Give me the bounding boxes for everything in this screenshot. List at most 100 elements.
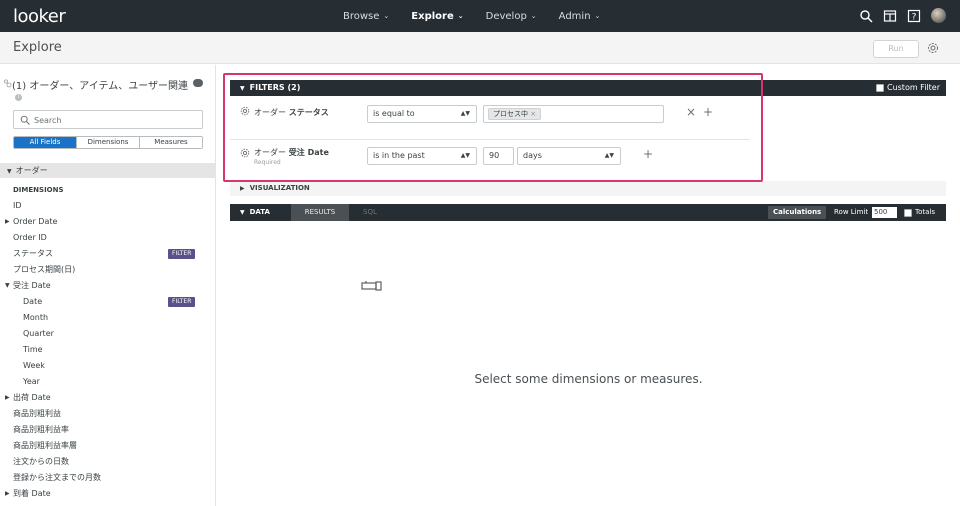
tab-results[interactable]: RESULTS (291, 204, 349, 221)
visualization-section-header[interactable]: ▶ VISUALIZATION (230, 181, 946, 196)
field-item[interactable]: Year (0, 374, 216, 390)
required-label: Required (254, 159, 281, 166)
field-label: 商品別粗利益率層 (13, 441, 77, 450)
field-label: Month (23, 313, 49, 322)
run-button[interactable]: Run (873, 40, 919, 58)
help-icon[interactable]: ? (907, 9, 921, 23)
unit-select[interactable]: days ▲▼ (517, 147, 621, 165)
remove-chip-icon[interactable]: × (530, 110, 536, 118)
tab-measures[interactable]: Measures (140, 137, 202, 148)
field-item[interactable]: Quarter (0, 326, 216, 342)
looker-logo[interactable]: looker (13, 6, 66, 27)
filter-badge[interactable]: FILTER (168, 249, 196, 259)
custom-filter-checkbox[interactable] (875, 84, 884, 92)
data-toggle[interactable]: ▼ DATA (240, 204, 270, 221)
data-title: DATA (249, 208, 270, 216)
filter-view-name: オーダー (254, 148, 286, 157)
more-pill-icon[interactable] (193, 79, 203, 87)
totals-toggle[interactable]: Totals (904, 208, 935, 217)
value-chip-label: プロセス中 (493, 110, 528, 118)
remove-filter-icon[interactable]: × (686, 105, 696, 119)
filters-section-header[interactable]: ▼ FILTERS (2) Custom Filter (230, 80, 946, 96)
field-group-item[interactable]: ▶ 到着 Date (0, 486, 216, 502)
field-item[interactable]: ID (0, 198, 216, 214)
custom-filter-toggle[interactable]: Custom Filter (875, 83, 940, 93)
field-item[interactable]: 商品別粗利益率層 (0, 438, 216, 454)
nav-admin[interactable]: Admin ⌄ (559, 11, 601, 22)
search-input[interactable] (34, 113, 194, 127)
field-group-item[interactable]: ▶ 出荷 Date (0, 390, 216, 406)
operator-value: is in the past (373, 151, 425, 160)
nav-develop[interactable]: Develop ⌄ (486, 11, 537, 22)
field-item[interactable]: Time (0, 342, 216, 358)
tab-all-fields[interactable]: All Fields (14, 137, 77, 148)
gear-icon[interactable] (927, 42, 939, 54)
field-item[interactable]: 商品別粗利益率 (0, 422, 216, 438)
value-chip: プロセス中 × (488, 108, 542, 120)
calculations-button[interactable]: Calculations (768, 206, 827, 219)
search-icon[interactable] (859, 9, 873, 23)
filter-field-label: 受注 Date (288, 148, 329, 157)
field-search (13, 110, 203, 129)
nav-explore[interactable]: Explore ⌄ (411, 11, 463, 22)
field-item[interactable]: プロセス期間(日) (0, 262, 216, 278)
field-type-tabs: All Fields Dimensions Measures (13, 136, 203, 149)
row-limit-input[interactable]: 500 (872, 207, 897, 218)
select-arrows-icon: ▲▼ (460, 110, 470, 117)
number-input[interactable]: 90 (483, 147, 514, 165)
select-arrows-icon: ▲▼ (460, 152, 470, 159)
totals-checkbox[interactable] (904, 208, 912, 217)
field-item[interactable]: Date FILTER (0, 294, 216, 310)
model-title-text: (1) オーダー、アイテム、ユーザー関連 (12, 81, 189, 92)
empty-results-icon (361, 281, 382, 291)
gear-icon[interactable] (240, 106, 250, 116)
filter-badge[interactable]: FILTER (168, 297, 196, 307)
logo-text: looker (13, 6, 66, 27)
custom-filter-label: Custom Filter (886, 83, 940, 92)
caret-down-icon: ▼ (240, 85, 245, 92)
field-label: 注文からの日数 (13, 457, 69, 466)
field-label: Date (23, 297, 43, 306)
field-group-item[interactable]: ▶ Order Date (0, 214, 216, 230)
operator-select[interactable]: is equal to ▲▼ (367, 105, 477, 123)
gear-icon[interactable] (240, 148, 250, 158)
field-picker-sidebar: (1) オーダー、アイテム、ユーザー関連 i All Fields Dimens… (0, 65, 216, 506)
field-item[interactable]: 商品別粗利益 (0, 406, 216, 422)
add-filter-value-icon[interactable]: + (703, 105, 713, 119)
top-nav: looker Browse ⌄ Explore ⌄ Develop ⌄ Admin ⌄ … (0, 0, 960, 32)
add-filter-value-icon[interactable]: + (643, 147, 653, 161)
field-item[interactable]: 注文からの日数 (0, 454, 216, 470)
avatar[interactable] (931, 8, 946, 23)
field-label: 到着 Date (13, 489, 51, 498)
nav-browse-label: Browse (343, 10, 380, 22)
field-label: Quarter (23, 329, 54, 338)
info-icon[interactable]: i (15, 94, 22, 101)
filter-value-input[interactable]: プロセス中 × (483, 105, 664, 123)
field-item[interactable]: ステータス FILTER (0, 246, 216, 262)
dimensions-header: DIMENSIONS (13, 186, 64, 194)
field-label: ステータス (13, 249, 53, 258)
tab-sql[interactable]: SQL (363, 204, 377, 221)
dashboard-icon[interactable] (883, 9, 897, 23)
field-label: ID (13, 201, 22, 210)
field-label: Order ID (13, 233, 47, 242)
field-group-item[interactable]: ▼ 受注 Date (0, 278, 216, 294)
tab-dimensions[interactable]: Dimensions (77, 137, 140, 148)
chevron-down-icon: ⌄ (594, 12, 601, 20)
nav-browse[interactable]: Browse ⌄ (343, 11, 389, 22)
caret-right-icon: ▶ (240, 185, 245, 192)
filter-row-order-date: オーダー 受注 Date Required is in the past ▲▼ 9… (230, 139, 750, 173)
view-header-orders[interactable]: ▼ オーダー (0, 163, 216, 178)
field-item[interactable]: Month (0, 310, 216, 326)
nav-admin-label: Admin (558, 10, 591, 22)
model-icon (3, 79, 12, 88)
select-arrows-icon: ▲▼ (604, 152, 614, 159)
field-label: Order Date (13, 217, 58, 226)
chevron-down-icon: ⌄ (457, 12, 464, 20)
field-item[interactable]: 登録から注文までの月数 (0, 470, 216, 486)
nav-develop-label: Develop (485, 10, 527, 22)
field-item[interactable]: Order ID (0, 230, 216, 246)
field-item[interactable]: Week (0, 358, 216, 374)
operator-select[interactable]: is in the past ▲▼ (367, 147, 477, 165)
filter-field-label: ステータス (288, 108, 329, 117)
